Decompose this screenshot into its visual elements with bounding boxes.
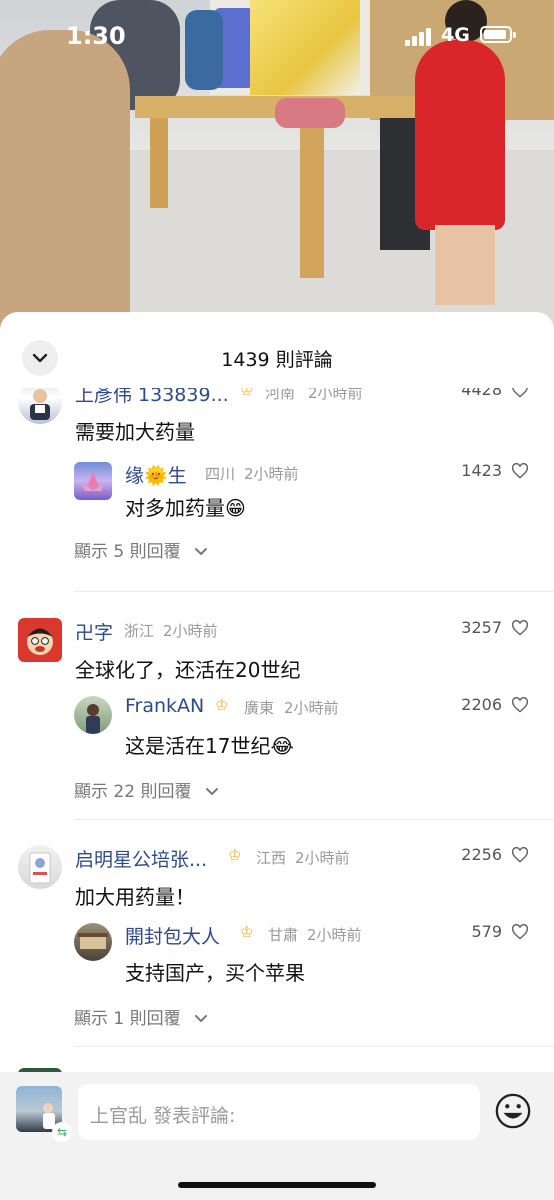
heart-icon[interactable] [511,924,529,940]
reply-avatar[interactable] [74,923,112,961]
show-replies-label: 顯示 5 則回覆 [74,542,181,562]
heart-icon[interactable] [511,388,529,398]
comment-item: 上彥伟 133839... ♔ 河南 2小時前 4428 需要加大药量 缘🌞生 … [0,388,554,573]
like-count: 4428 [461,388,502,399]
comment-item: 启明星公培张... ♔ 江西 2小時前 2256 加大用药量！ 開封包大人 ♔ … [0,833,554,1043]
smiley-icon[interactable] [494,1092,532,1130]
avatar[interactable] [18,388,62,424]
comment-input[interactable]: 上官乱 發表評論: [78,1084,480,1140]
comments-sheet: 1439 則評論 上彥伟 133839... ♔ 河南 2小時前 4428 需要… [0,312,554,1200]
status-time: 1:30 [66,22,126,50]
show-replies-button[interactable]: 顯示 1 則回覆 [74,1004,208,1029]
reply-location: 甘肅 [268,926,299,944]
foreground-person [0,30,130,330]
reply-text: 支持国产，买个苹果 [125,961,305,985]
comment-location: 河南 [265,388,296,402]
crown-icon: ♔ [215,696,229,714]
show-replies-label: 顯示 1 則回覆 [74,1009,181,1029]
chevron-down-icon [195,548,208,556]
comment-count-title: 1439 則評論 [221,349,333,371]
show-replies-button[interactable]: 顯示 5 則回覆 [74,537,208,562]
heart-icon[interactable] [511,847,529,863]
show-replies-button[interactable]: 顯示 22 則回覆 [74,777,219,802]
crown-icon: ♔ [240,388,254,399]
reply-username[interactable]: FrankAN [125,695,204,717]
comment-text: 加大用药量！ [75,885,195,909]
crown-icon: ♔ [240,923,254,941]
comment-list[interactable]: 上彥伟 133839... ♔ 河南 2小時前 4428 需要加大药量 缘🌞生 … [0,388,554,1072]
battery-icon [480,26,516,43]
comment-location: 浙江 [124,622,155,640]
divider [74,819,554,820]
comment-text: 全球化了，还活在20世纪 [75,658,301,682]
reply-like-count: 579 [471,922,502,941]
comment-time: 2小時前 [308,388,363,402]
reply-time: 2小時前 [244,465,299,483]
network-type: 4G [441,24,470,46]
show-replies-label: 顯示 22 則回覆 [74,782,192,802]
reply-time: 2小時前 [284,699,339,717]
reply-like-count: 1423 [461,461,502,480]
status-bar: 1:30 4G [0,0,554,70]
reply-text: 这是活在17世纪😂 [125,734,294,758]
reply-avatar[interactable] [74,462,112,500]
comment-composer: ⇆ 上官乱 發表評論: [0,1072,554,1200]
comment-input-placeholder: 上官乱 發表評論: [90,1105,236,1127]
sheet-header: 1439 則評論 [0,312,554,388]
avatar[interactable] [18,845,62,889]
swap-icon[interactable]: ⇆ [52,1122,72,1142]
heart-icon[interactable] [511,697,529,713]
comment-username[interactable]: 卍字 [75,618,113,645]
heart-icon[interactable] [511,620,529,636]
chevron-down-icon [195,1015,208,1023]
comment-time: 2小時前 [295,849,350,867]
comment-text: 需要加大药量 [75,420,195,444]
display-table-leg [150,118,168,208]
comment-item: 卍字 浙江 2小時前 3257 全球化了，还活在20世纪 FrankAN ♔ 廣… [0,606,554,816]
reply-time: 2小時前 [307,926,362,944]
chevron-down-icon [205,788,218,796]
reply-location: 四川 [205,465,236,483]
reply-location: 廣東 [244,699,275,717]
woman-legs [435,225,495,305]
reply-avatar[interactable] [74,696,112,734]
heart-icon[interactable] [511,463,529,479]
reply-text: 对多加药量😁 [125,496,246,520]
like-count: 3257 [461,618,502,637]
divider [74,1046,554,1047]
reply-username[interactable]: 缘🌞生 [125,461,187,488]
reply-like-count: 2206 [461,695,502,714]
like-count: 2256 [461,845,502,864]
divider [74,591,554,592]
comment-username[interactable]: 上彥伟 133839... [75,388,229,407]
cloth-on-table [275,98,345,128]
avatar[interactable] [18,618,62,662]
comment-location: 江西 [256,849,287,867]
crown-icon: ♔ [228,846,242,864]
home-indicator[interactable] [178,1182,376,1188]
signal-icon [405,28,435,46]
comment-username[interactable]: 启明星公培张... [75,845,207,872]
display-table-leg [300,118,324,278]
comment-time: 2小時前 [163,622,218,640]
reply-username[interactable]: 開封包大人 [125,922,220,949]
